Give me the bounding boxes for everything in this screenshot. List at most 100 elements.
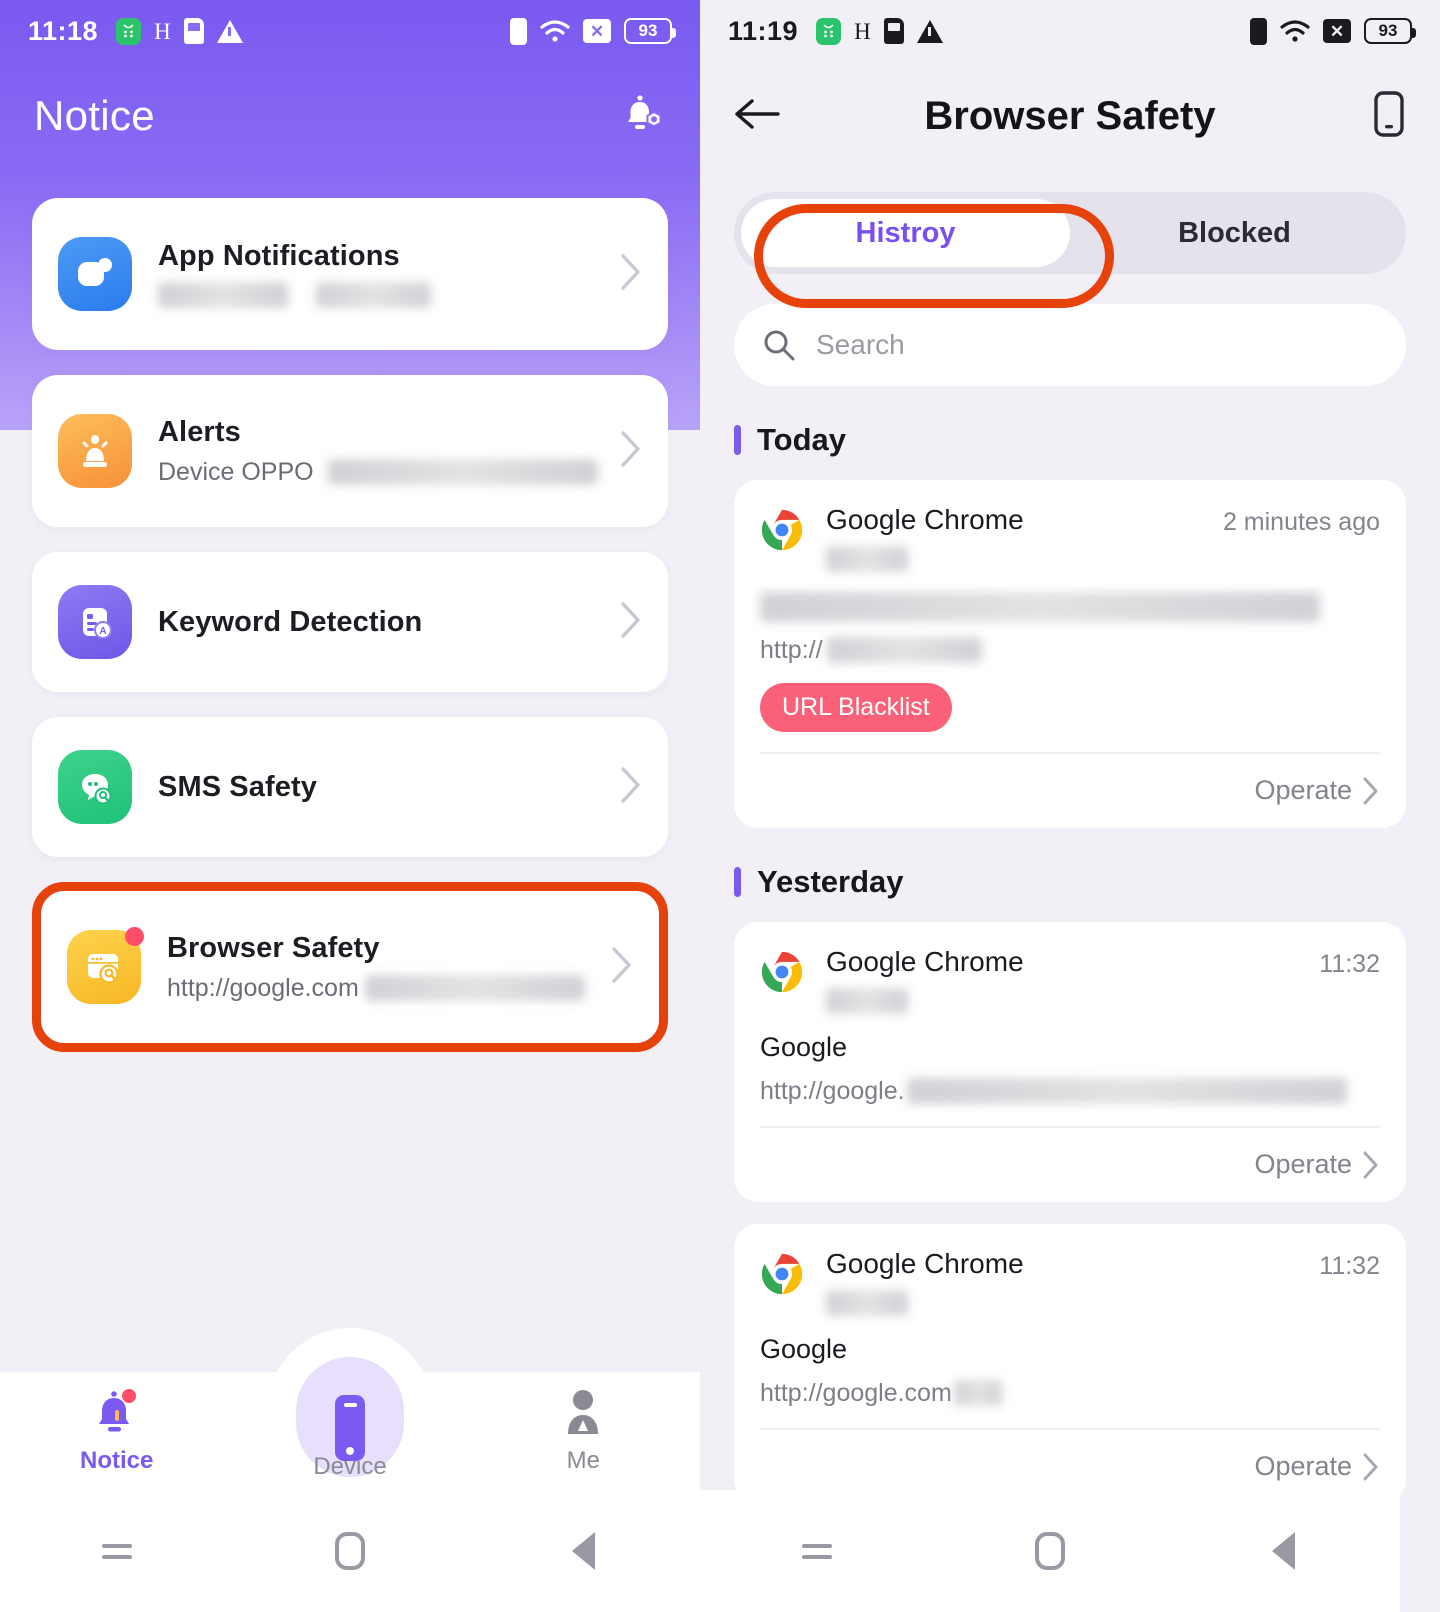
history-page-title: Google	[760, 1031, 848, 1062]
redacted-text	[826, 637, 982, 664]
history-card-app: Google Chrome	[826, 504, 1223, 572]
warning-triangle-icon	[916, 19, 943, 43]
vibrate-icon	[1250, 17, 1267, 45]
history-card[interactable]: Google Chrome 2 minutes ago http:// URL …	[734, 480, 1406, 828]
search-bar[interactable]: Search	[734, 304, 1406, 386]
history-card-app: Google Chrome	[826, 1248, 1319, 1316]
list-item-text: Keyword Detection	[158, 606, 606, 639]
home-icon[interactable]	[233, 1532, 466, 1570]
status-bar-right: 11:19 H ✕ 93	[700, 0, 1440, 62]
list-item-subtitle: Device OPPO	[158, 458, 606, 487]
redacted-text	[826, 1289, 908, 1316]
back-icon[interactable]	[467, 1532, 700, 1570]
sim-card-icon	[883, 18, 904, 44]
chrome-icon	[761, 1253, 803, 1295]
search-icon	[764, 330, 795, 361]
chevron-right-icon	[620, 601, 642, 644]
device-phone-icon[interactable]	[1372, 90, 1406, 143]
bell-settings-icon[interactable]	[620, 91, 666, 142]
history-card-footer[interactable]: Operate	[760, 751, 1380, 828]
section-accent-bar	[734, 866, 741, 897]
section-header-yesterday: Yesterday	[734, 864, 1406, 900]
app-name: Google Chrome	[826, 1247, 1024, 1279]
battery-level: 93	[638, 21, 658, 40]
history-tab-highlight-box	[754, 204, 1114, 308]
url-visible-text: http://	[760, 635, 823, 664]
chrome-icon	[761, 951, 803, 993]
dual-screenshot-container: 11:18 H ✕ 93 Notice App Notifications Al…	[0, 0, 1440, 1612]
bell-icon	[91, 1387, 143, 1439]
bottom-nav-device[interactable]: Device	[233, 1357, 466, 1481]
section-header-today: Today	[734, 422, 1406, 458]
app-name: Google Chrome	[826, 504, 1024, 535]
browser-safety-highlight-box: Browser Safety http://google.com	[32, 882, 668, 1052]
chevron-right-icon	[611, 946, 633, 989]
chevron-right-icon	[1363, 777, 1378, 805]
person-icon	[559, 1387, 607, 1439]
home-icon[interactable]	[933, 1532, 1166, 1570]
list-item-app-notifications[interactable]: App Notifications	[32, 198, 668, 350]
chrome-icon	[761, 509, 803, 551]
history-timestamp: 11:32	[1319, 949, 1380, 978]
android-system-nav-left	[0, 1490, 700, 1612]
chevron-right-icon	[620, 766, 642, 809]
operate-label: Operate	[1254, 1451, 1352, 1482]
green-app-icon	[116, 17, 142, 45]
list-item-title: SMS Safety	[158, 770, 317, 803]
android-system-nav-right	[700, 1490, 1400, 1612]
notice-list: App Notifications Alerts Device OPPO A K…	[0, 170, 700, 1052]
list-item-title: Alerts	[158, 415, 241, 448]
list-item-sms-safety[interactable]: SMS Safety	[32, 717, 668, 857]
redacted-text	[364, 975, 585, 1001]
redacted-text	[158, 282, 288, 308]
battery-icon: 93	[624, 18, 676, 44]
keyword-detection-icon: A	[58, 585, 132, 659]
section-title: Today	[757, 422, 846, 457]
phone-icon	[328, 1381, 372, 1467]
history-card[interactable]: Google Chrome 11:32 Google http://google…	[734, 1223, 1406, 1504]
redacted-text	[760, 591, 1320, 622]
status-time: 11:18	[28, 15, 99, 46]
history-page-title	[760, 590, 1380, 622]
history-url: http://google.	[760, 1077, 1380, 1106]
notice-header: Notice	[0, 62, 700, 170]
history-card-top: Google Chrome 2 minutes ago	[760, 504, 1380, 572]
list-item-title: Keyword Detection	[158, 605, 423, 638]
bottom-nav-me[interactable]: Me	[467, 1387, 700, 1475]
section-accent-bar	[734, 425, 741, 455]
list-item-keyword-detection[interactable]: A Keyword Detection	[32, 552, 668, 692]
list-item-browser-safety[interactable]: Browser Safety http://google.com	[41, 891, 659, 1043]
back-icon[interactable]	[1167, 1532, 1400, 1570]
history-url: http://google.com	[760, 1379, 1380, 1408]
wifi-icon	[540, 19, 570, 42]
page-title: Notice	[34, 92, 155, 139]
history-card-top: Google Chrome 11:32	[760, 1248, 1380, 1316]
search-input[interactable]: Search	[816, 329, 905, 361]
recents-icon[interactable]	[0, 1537, 233, 1566]
bottom-nav-label: Notice	[79, 1447, 154, 1474]
redacted-text	[906, 1078, 1347, 1105]
chevron-right-icon	[620, 430, 642, 473]
status-badge: URL Blacklist	[760, 682, 952, 732]
bottom-nav-notice[interactable]: Notice	[0, 1387, 233, 1475]
status-time: 11:19	[728, 15, 799, 46]
chevron-right-icon	[1363, 1151, 1378, 1179]
redacted-text	[327, 459, 598, 485]
history-timestamp: 2 minutes ago	[1222, 508, 1380, 536]
recents-icon[interactable]	[700, 1537, 933, 1566]
chevron-right-icon	[620, 253, 642, 296]
tab-blocked[interactable]: Blocked	[1070, 199, 1399, 267]
warning-triangle-icon	[216, 19, 243, 43]
url-visible-text: http://google.com	[760, 1378, 952, 1407]
operate-label: Operate	[1254, 1149, 1352, 1180]
left-screen-notice: 11:18 H ✕ 93 Notice App Notifications Al…	[0, 0, 700, 1612]
history-url: http://	[760, 636, 1380, 665]
list-item-alerts[interactable]: Alerts Device OPPO	[32, 375, 668, 527]
back-arrow-icon[interactable]	[734, 97, 780, 136]
history-card-footer[interactable]: Operate	[760, 1125, 1380, 1202]
battery-icon: 93	[1364, 18, 1416, 44]
history-card[interactable]: Google Chrome 11:32 Google http://google…	[734, 921, 1406, 1202]
url-visible-text: http://google.	[760, 1076, 905, 1105]
battery-level: 93	[1378, 21, 1398, 40]
svg-text:A: A	[99, 626, 106, 637]
